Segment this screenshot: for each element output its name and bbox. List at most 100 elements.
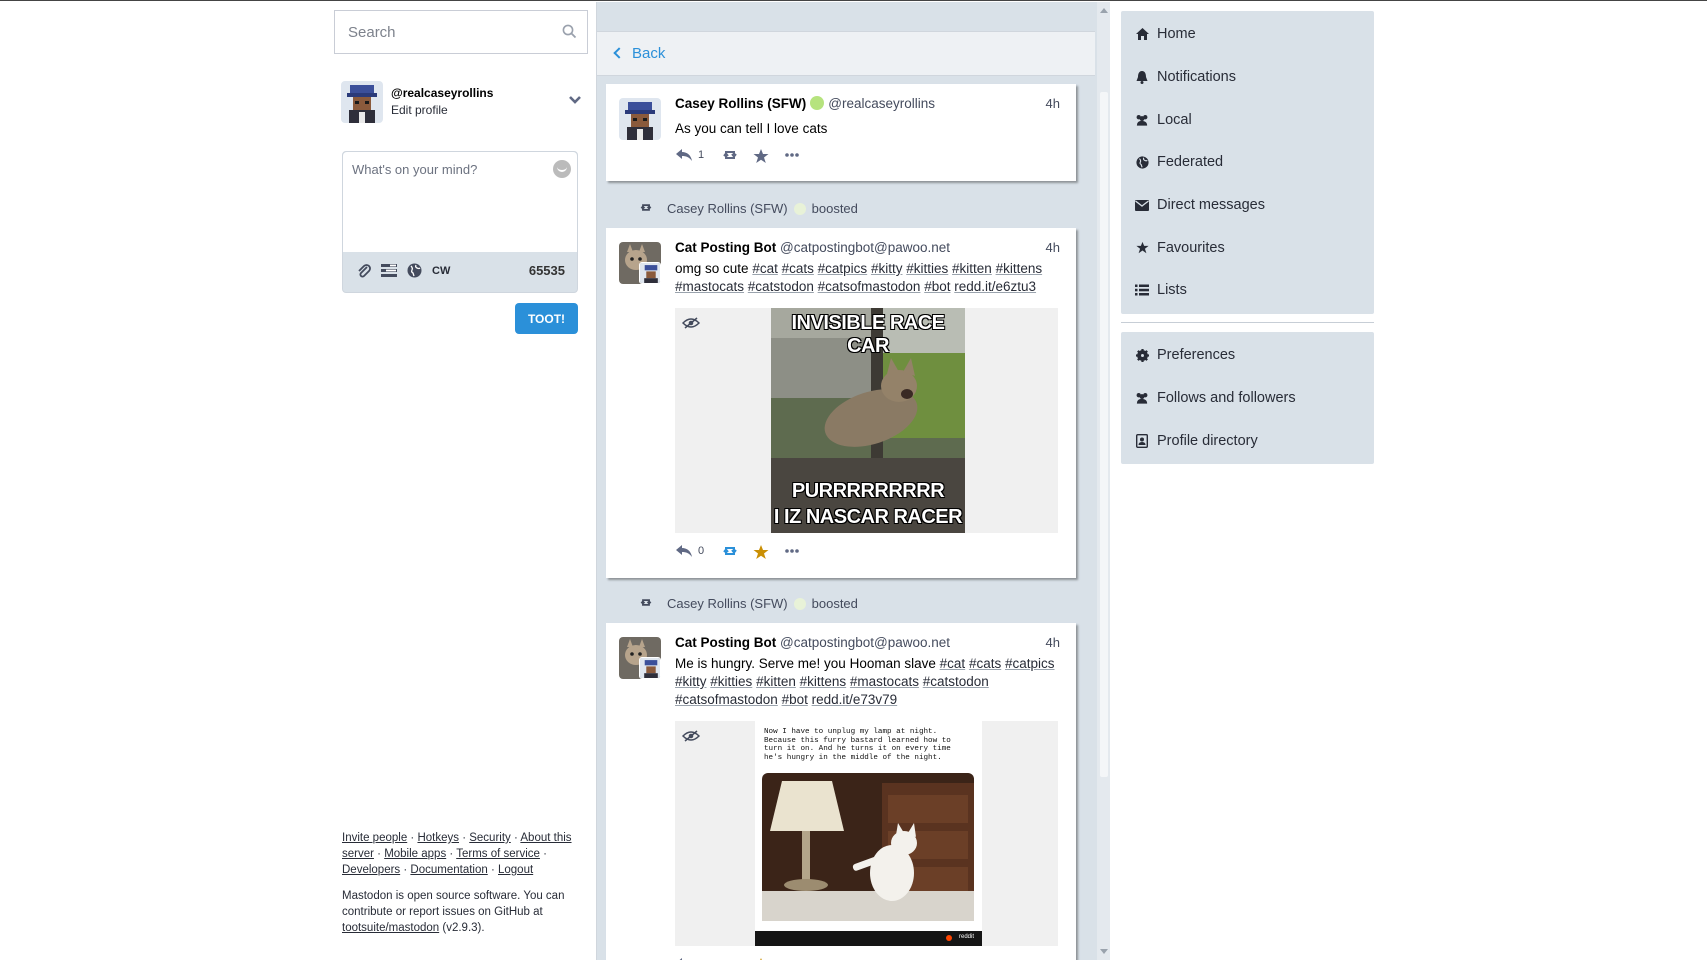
status-link[interactable]: redd.it/e6ztu3 <box>954 279 1036 294</box>
nav-item-preferences[interactable]: Preferences <box>1121 334 1374 377</box>
footer-link-hotkeys[interactable]: Hotkeys <box>417 832 459 844</box>
media-gallery[interactable]: INVISIBLE RACE CAR PURRRRRRRRR I IZ NASC… <box>675 308 1058 533</box>
status-header[interactable]: Cat Posting Bot @catpostingbot@pawoo.net <box>675 635 950 650</box>
status-time[interactable]: 4h <box>1046 240 1060 255</box>
chevron-down-icon[interactable] <box>568 92 582 108</box>
hashtag[interactable]: #kittens <box>800 674 847 689</box>
hashtag[interactable]: #mastocats <box>850 674 919 689</box>
footer-link-terms[interactable]: Terms of service <box>456 848 540 860</box>
paperclip-icon[interactable] <box>356 263 371 282</box>
status-time[interactable]: 4h <box>1046 96 1060 111</box>
footer-link-invite[interactable]: Invite people <box>342 832 407 844</box>
footer-link-logout[interactable]: Logout <box>498 864 533 876</box>
star-icon <box>1135 241 1149 255</box>
display-name[interactable]: Casey Rollins (SFW) <box>675 96 806 111</box>
account-handle[interactable]: @realcaseyrollins <box>391 86 493 100</box>
nav-item-federated[interactable]: Federated <box>1121 141 1374 184</box>
search-input[interactable] <box>335 11 587 53</box>
nav-item-follows-and-followers[interactable]: Follows and followers <box>1121 377 1374 420</box>
username[interactable]: @catpostingbot@pawoo.net <box>780 635 950 650</box>
hashtag[interactable]: #catstodon <box>923 674 989 689</box>
toot-button[interactable]: TOOT! <box>515 303 578 334</box>
hashtag[interactable]: #cats <box>969 656 1001 671</box>
reply-button[interactable]: 1 <box>675 148 704 162</box>
footer-link-documentation[interactable]: Documentation <box>410 864 487 876</box>
hashtag[interactable]: #bot <box>782 692 808 707</box>
nav-item-lists[interactable]: Lists <box>1121 269 1374 312</box>
content-warning-button[interactable]: CW <box>432 265 450 277</box>
back-button[interactable]: Back <box>613 45 665 62</box>
hashtag[interactable]: #bot <box>924 279 950 294</box>
avatar[interactable] <box>341 81 383 123</box>
nav-item-local[interactable]: Local <box>1121 98 1374 141</box>
status-card[interactable]: Cat Posting Bot @catpostingbot@pawoo.net… <box>606 228 1076 578</box>
footer-link-developers[interactable]: Developers <box>342 864 400 876</box>
avatar[interactable] <box>619 98 661 140</box>
edit-profile-link[interactable]: Edit profile <box>391 103 448 117</box>
status-card[interactable]: Casey Rollins (SFW) @realcaseyrollins 4h … <box>606 84 1076 181</box>
nav-item-notifications[interactable]: Notifications <box>1121 56 1374 99</box>
status-content: Me is hungry. Serve me! you Hooman slave… <box>675 655 1055 709</box>
poll-icon[interactable] <box>381 263 397 280</box>
display-name[interactable]: Cat Posting Bot <box>675 635 776 650</box>
nav-item-direct-messages[interactable]: Direct messages <box>1121 184 1374 227</box>
hashtag[interactable]: #cat <box>940 656 966 671</box>
hashtag[interactable]: #kitty <box>675 674 707 689</box>
emoji-picker-icon[interactable] <box>553 160 571 178</box>
footer-link-mobile-apps[interactable]: Mobile apps <box>384 848 446 860</box>
more-button[interactable] <box>785 549 799 553</box>
scroll-down-arrow-icon[interactable] <box>1100 949 1108 954</box>
nav-item-home[interactable]: Home <box>1121 13 1374 56</box>
booster-avatar[interactable] <box>639 262 661 284</box>
media-gallery[interactable]: Now I have to unplug my lamp at night. B… <box>675 721 1058 946</box>
hashtag[interactable]: #kittens <box>996 261 1043 276</box>
eye-slash-icon[interactable] <box>681 316 701 332</box>
footer-link-security[interactable]: Security <box>469 832 511 844</box>
nav-settings: Preferences Follows and followers Profil… <box>1121 331 1374 464</box>
status-header[interactable]: Casey Rollins (SFW) @realcaseyrollins <box>675 96 935 111</box>
favourite-button[interactable] <box>753 148 769 164</box>
status-content: omg so cute #cat #cats #catpics #kitty #… <box>675 260 1055 296</box>
eye-slash-icon[interactable] <box>681 729 701 745</box>
globe-icon[interactable] <box>407 263 422 281</box>
hashtag[interactable]: #kitten <box>756 674 796 689</box>
media-image[interactable]: Now I have to unplug my lamp at night. B… <box>755 721 982 946</box>
hashtag[interactable]: #kitty <box>871 261 903 276</box>
boost-button[interactable] <box>721 544 739 558</box>
reply-button[interactable]: 0 <box>675 544 704 558</box>
timeline-scrollbar[interactable] <box>1097 2 1110 960</box>
hashtag[interactable]: #kitties <box>710 674 752 689</box>
scroll-thumb[interactable] <box>1100 92 1108 777</box>
booster-name[interactable]: Casey Rollins (SFW) <box>667 201 788 216</box>
more-button[interactable] <box>785 153 799 157</box>
status-card[interactable]: Cat Posting Bot @catpostingbot@pawoo.net… <box>606 623 1076 960</box>
nav-item-profile-directory[interactable]: Profile directory <box>1121 419 1374 462</box>
username[interactable]: @catpostingbot@pawoo.net <box>780 240 950 255</box>
favourite-button[interactable] <box>753 544 769 560</box>
hashtag[interactable]: #cat <box>752 261 778 276</box>
hashtag[interactable]: #catsofmastodon <box>818 279 921 294</box>
booster-avatar[interactable] <box>639 657 661 679</box>
hashtag[interactable]: #catsofmastodon <box>675 692 778 707</box>
boost-button[interactable] <box>721 148 739 162</box>
column-header: Back <box>597 31 1095 76</box>
username[interactable]: @realcaseyrollins <box>828 96 935 111</box>
nav-item-favourites[interactable]: Favourites <box>1121 226 1374 269</box>
booster-name[interactable]: Casey Rollins (SFW) <box>667 596 788 611</box>
display-name[interactable]: Cat Posting Bot <box>675 240 776 255</box>
hashtag[interactable]: #cats <box>782 261 814 276</box>
compose-textarea[interactable] <box>343 152 577 252</box>
status-link[interactable]: redd.it/e73v79 <box>812 692 898 707</box>
hashtag[interactable]: #catstodon <box>748 279 814 294</box>
hashtag[interactable]: #catpics <box>818 261 868 276</box>
search-icon[interactable] <box>562 24 577 42</box>
repo-link[interactable]: tootsuite/mastodon <box>342 922 439 934</box>
status-time[interactable]: 4h <box>1046 635 1060 650</box>
hashtag[interactable]: #kitten <box>952 261 992 276</box>
status-header[interactable]: Cat Posting Bot @catpostingbot@pawoo.net <box>675 240 950 255</box>
hashtag[interactable]: #kitties <box>906 261 948 276</box>
hashtag[interactable]: #mastocats <box>675 279 744 294</box>
star-icon <box>753 545 769 559</box>
hashtag[interactable]: #catpics <box>1005 656 1055 671</box>
scroll-up-arrow-icon[interactable] <box>1100 8 1108 13</box>
